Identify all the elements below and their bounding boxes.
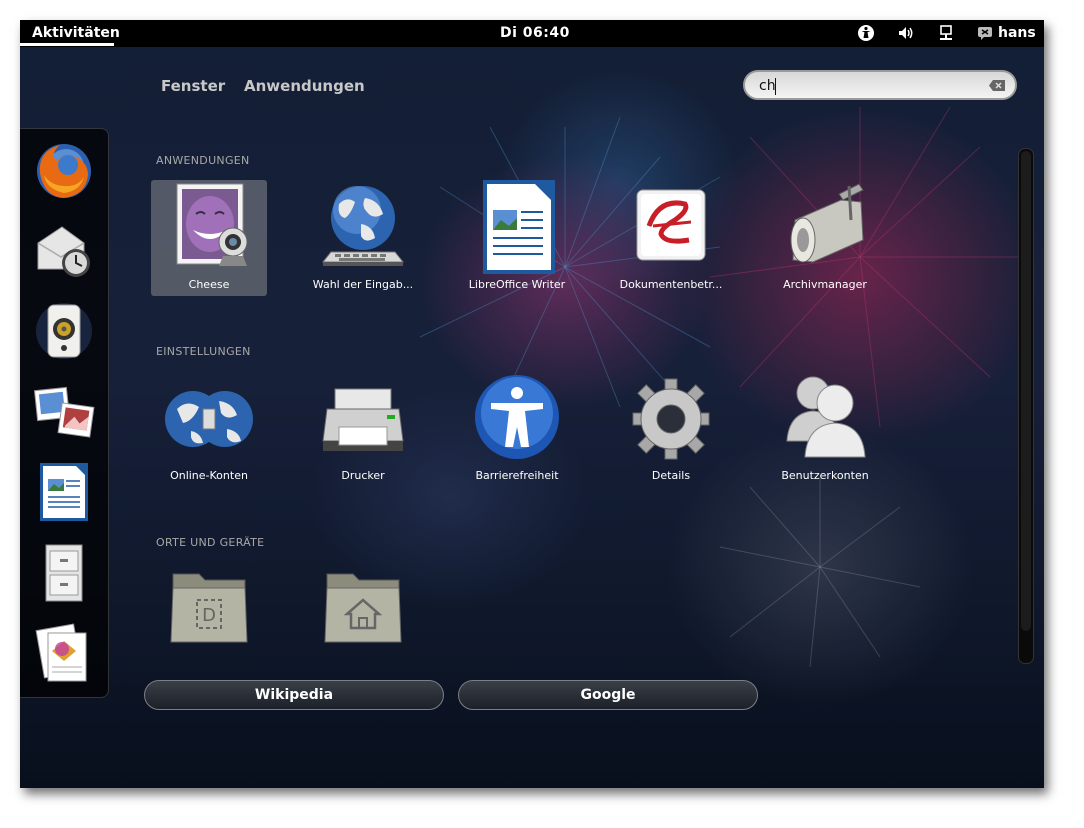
rhythmbox-icon[interactable] <box>32 299 96 363</box>
screen: Aktivitäten Di 06:40 hans Fenster Anwend… <box>20 20 1044 788</box>
setting-label-printer: Drucker <box>341 469 385 482</box>
shotwell-icon[interactable] <box>32 379 96 443</box>
search-provider-wikipedia[interactable]: Wikipedia <box>144 680 444 710</box>
section-header-applications: ANWENDUNGEN <box>156 154 250 167</box>
top-bar: Aktivitäten Di 06:40 hans <box>20 20 1044 47</box>
app-label-input-method: Wahl der Eingab... <box>312 278 414 291</box>
network-icon[interactable] <box>937 24 955 46</box>
office-docs-icon[interactable] <box>32 621 96 685</box>
setting-printer[interactable]: Drucker <box>305 371 421 487</box>
search-text: ch <box>759 78 776 94</box>
setting-online-accounts[interactable]: Online-Konten <box>151 371 267 487</box>
evince-document-viewer-icon <box>636 189 706 261</box>
clock[interactable]: Di 06:40 <box>500 25 570 41</box>
archive-manager-icon <box>790 183 864 263</box>
printer-icon <box>322 388 404 451</box>
app-label-libreoffice-writer: LibreOffice Writer <box>468 278 566 291</box>
app-input-method[interactable]: Wahl der Eingab... <box>305 180 421 296</box>
setting-label-details: Details <box>651 469 691 482</box>
results-scrollbar[interactable] <box>1018 148 1034 664</box>
user-status-icon[interactable] <box>977 26 993 44</box>
search-input[interactable]: ch <box>743 70 1017 100</box>
dash <box>20 128 109 698</box>
setting-label-online-accounts: Online-Konten <box>170 469 248 482</box>
scrollbar-thumb[interactable] <box>1021 151 1031 631</box>
text-caret <box>775 78 776 95</box>
accessibility-icon[interactable] <box>857 24 875 46</box>
accessibility-icon <box>475 375 559 459</box>
app-label-archive-manager: Archivmanager <box>783 278 867 291</box>
activities-button[interactable]: Aktivitäten <box>32 25 120 41</box>
globe-keyboard-icon <box>321 186 405 266</box>
setting-label-user-accounts: Benutzerkonten <box>781 469 869 482</box>
app-document-viewer[interactable]: Dokumentenbetr... <box>613 180 729 296</box>
file-manager-icon[interactable] <box>32 541 96 605</box>
tab-windows[interactable]: Fenster <box>161 77 225 95</box>
setting-details[interactable]: Details <box>613 371 729 487</box>
firefox-icon[interactable] <box>32 139 96 203</box>
volume-icon[interactable] <box>897 24 915 46</box>
setting-label-accessibility: Barrierefreiheit <box>475 469 559 482</box>
libreoffice-writer-icon[interactable] <box>32 459 96 523</box>
libreoffice-writer-icon <box>483 180 555 274</box>
svg-text:D: D <box>202 605 216 626</box>
home-folder-icon <box>324 573 402 643</box>
app-archive-manager[interactable]: Archivmanager <box>767 180 883 296</box>
setting-accessibility[interactable]: Barrierefreiheit <box>459 371 575 487</box>
documents-folder-icon: D <box>170 573 248 643</box>
app-libreoffice-writer[interactable]: LibreOffice Writer <box>459 180 575 296</box>
app-label-cheese: Cheese <box>188 278 230 291</box>
clear-search-icon[interactable] <box>989 80 1005 91</box>
app-label-document-viewer: Dokumentenbetr... <box>619 278 723 291</box>
evolution-mail-icon[interactable] <box>32 217 96 281</box>
gear-icon <box>632 378 710 460</box>
place-documents[interactable]: D <box>151 562 267 678</box>
online-accounts-icon <box>165 391 253 447</box>
users-icon <box>786 376 866 458</box>
app-cheese[interactable]: Cheese <box>151 180 267 296</box>
section-header-settings: EINSTELLUNGEN <box>156 345 251 358</box>
section-header-places: ORTE UND GERÄTE <box>156 536 265 549</box>
tab-applications[interactable]: Anwendungen <box>244 77 365 95</box>
activities-underline <box>20 43 114 46</box>
cheese-icon <box>176 183 248 266</box>
user-menu[interactable]: hans <box>998 25 1036 41</box>
setting-user-accounts[interactable]: Benutzerkonten <box>767 371 883 487</box>
place-home[interactable] <box>305 562 421 678</box>
search-provider-google[interactable]: Google <box>458 680 758 710</box>
